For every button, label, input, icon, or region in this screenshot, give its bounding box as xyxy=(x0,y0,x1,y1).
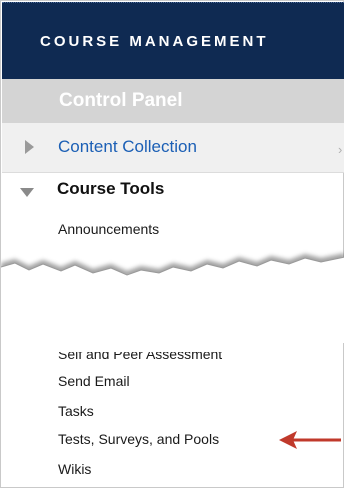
content-collection-label[interactable]: Content Collection xyxy=(58,137,197,157)
tool-link-send-email[interactable]: Send Email xyxy=(58,373,130,389)
tool-link-wikis[interactable]: Wikis xyxy=(58,461,91,477)
torn-paper-divider xyxy=(1,253,344,343)
menu-item-content-collection[interactable]: Content Collection › xyxy=(2,123,344,173)
tool-link-tasks[interactable]: Tasks xyxy=(58,403,94,419)
triangle-down-icon[interactable] xyxy=(20,188,34,197)
course-tools-heading[interactable]: Course Tools xyxy=(57,179,164,199)
course-management-panel: COURSE MANAGEMENT Control Panel Content … xyxy=(0,0,344,488)
course-management-header[interactable]: COURSE MANAGEMENT xyxy=(2,2,344,80)
triangle-right-icon[interactable] xyxy=(25,140,34,154)
tool-link-tests-surveys-pools[interactable]: Tests, Surveys, and Pools xyxy=(58,431,219,447)
control-panel-bar: Control Panel xyxy=(2,79,344,123)
course-management-title: COURSE MANAGEMENT xyxy=(40,33,269,50)
tool-link-self-and-peer-assessment[interactable]: Self and Peer Assessment xyxy=(58,352,222,362)
red-arrow-icon xyxy=(279,431,341,449)
chevron-right-icon: › xyxy=(338,142,343,157)
control-panel-title: Control Panel xyxy=(59,90,183,111)
